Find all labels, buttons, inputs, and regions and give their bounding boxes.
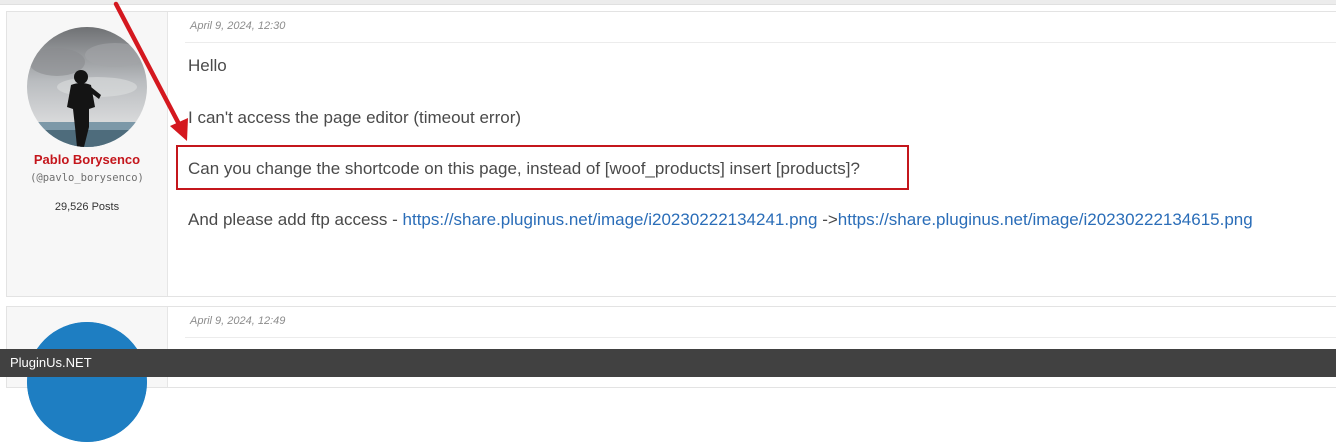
post-text-line: I can't access the page editor (timeout … bbox=[188, 108, 522, 127]
author-avatar[interactable] bbox=[27, 27, 147, 147]
author-name[interactable]: Pablo Borysenco bbox=[7, 152, 167, 167]
link-separator: -> bbox=[817, 210, 838, 229]
avatar-logo bbox=[27, 322, 147, 442]
annotation-highlight-box bbox=[176, 145, 909, 190]
image-link-1[interactable]: https://share.pluginus.net/image/i202302… bbox=[403, 210, 818, 229]
post-text-ftp-request: And please add ftp access - https://shar… bbox=[188, 210, 1253, 230]
author-post-count: 29,526 Posts bbox=[54, 201, 120, 213]
post-author-panel: Pablo Borysenco (@pavlo_borysenco) 29,52… bbox=[7, 12, 168, 296]
top-divider bbox=[0, 0, 1336, 5]
post-date: April 9, 2024, 12:30 bbox=[190, 20, 286, 32]
date-divider bbox=[185, 42, 1336, 43]
author-handle: (@pavlo_borysenco) bbox=[30, 172, 144, 184]
author-avatar[interactable] bbox=[27, 322, 147, 442]
footer-brand[interactable]: PluginUs.NET bbox=[10, 355, 92, 370]
forum-post: Pablo Borysenco (@pavlo_borysenco) 29,52… bbox=[6, 11, 1336, 297]
date-divider bbox=[185, 337, 1336, 338]
footer-bar: PluginUs.NET bbox=[0, 349, 1336, 377]
post-text-greeting: Hello bbox=[188, 56, 227, 75]
post-text-ftp-prefix: And please add ftp access - bbox=[188, 210, 403, 229]
post-date: April 9, 2024, 12:49 bbox=[190, 315, 286, 327]
avatar-photo bbox=[27, 27, 147, 147]
image-link-2[interactable]: https://share.pluginus.net/image/i202302… bbox=[838, 210, 1253, 229]
